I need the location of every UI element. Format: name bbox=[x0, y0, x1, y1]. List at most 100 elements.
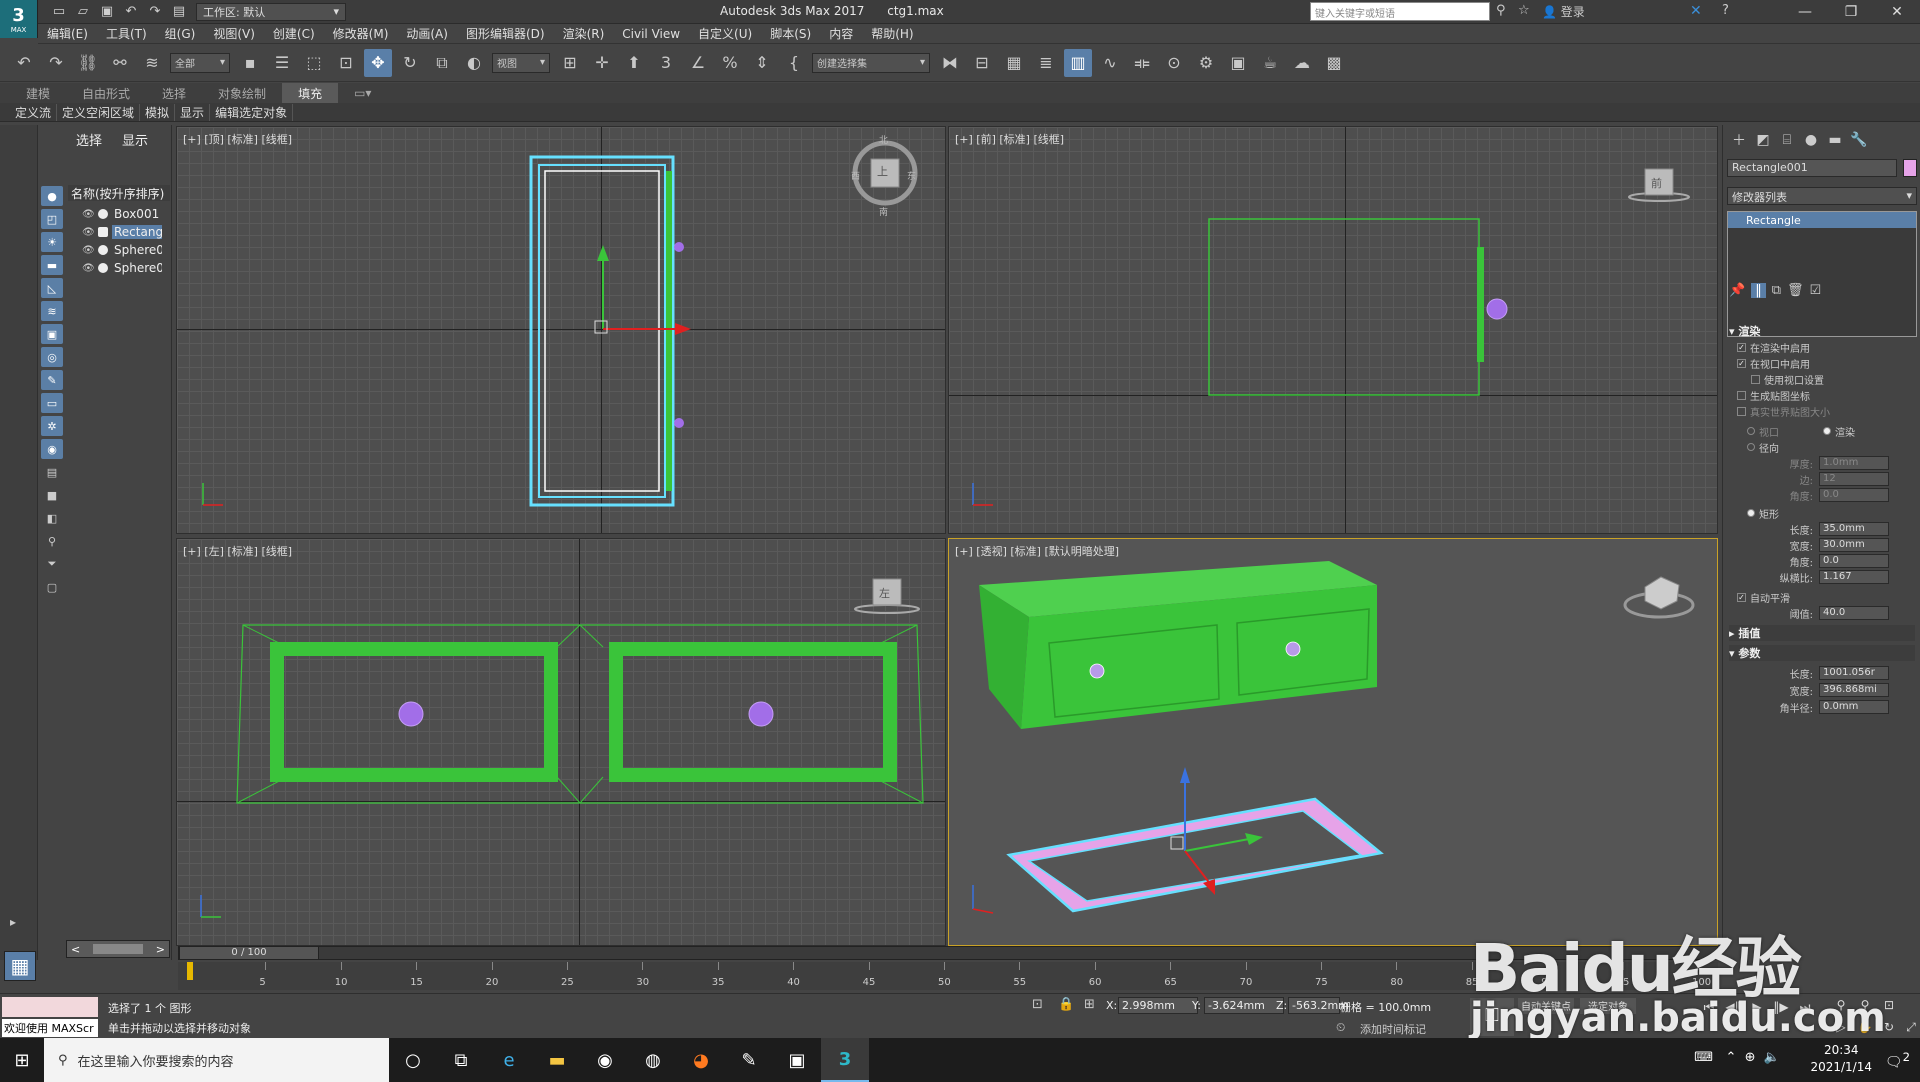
notepad-icon[interactable]: ✎ bbox=[725, 1038, 773, 1082]
taskbar-search-box[interactable]: ⚲ 在这里输入你要搜索的内容 bbox=[44, 1038, 389, 1082]
sides-spinner[interactable]: 12 bbox=[1819, 472, 1889, 486]
task-view-icon[interactable]: ⧉ bbox=[437, 1038, 485, 1082]
rendered-frame-window-icon[interactable]: ▣ bbox=[1224, 49, 1252, 77]
explorer-column-header[interactable]: 名称(按升序排序) bbox=[68, 185, 170, 201]
p-corner-spinner[interactable]: 0.0mm bbox=[1819, 700, 1889, 714]
selection-filter-dropdown[interactable]: 全部 ▾ bbox=[170, 52, 230, 73]
keyboard-shortcut-override-icon[interactable]: ⬆ bbox=[620, 49, 648, 77]
object-color-swatch[interactable] bbox=[1903, 159, 1917, 177]
menu-create[interactable]: 创建(C) bbox=[264, 25, 324, 42]
explorer-row-selected[interactable]: 👁 Rectangle001 bbox=[66, 223, 172, 241]
input-method-icon[interactable]: ⌨ bbox=[1694, 1050, 1713, 1065]
configure-sets-icon[interactable]: ☑ bbox=[1810, 283, 1822, 298]
viewport-layout-icon[interactable]: ▦ bbox=[4, 951, 36, 981]
cortana-icon[interactable]: ○ bbox=[389, 1038, 437, 1082]
help-icon[interactable]: ? bbox=[1722, 3, 1729, 18]
explorer-row[interactable]: 👁 Sphere001 bbox=[66, 241, 172, 259]
percent-snap-icon[interactable]: % bbox=[716, 49, 744, 77]
select-by-name-icon[interactable]: ☰ bbox=[268, 49, 296, 77]
tab-populate[interactable]: 填充 bbox=[282, 83, 339, 103]
select-and-place-icon[interactable]: ◐ bbox=[460, 49, 488, 77]
checkbox-unchecked[interactable] bbox=[1737, 406, 1746, 416]
length-spinner[interactable]: 35.0mm bbox=[1819, 522, 1889, 536]
panel-define-flows[interactable]: 定义流 bbox=[10, 103, 58, 121]
menu-civil-view[interactable]: Civil View bbox=[613, 27, 689, 41]
explorer-row[interactable]: 👁 Box001 bbox=[66, 205, 172, 223]
mirror-icon[interactable]: ⧓ bbox=[936, 49, 964, 77]
login-button[interactable]: 👤 登录 bbox=[1542, 3, 1585, 20]
named-selection-set-dropdown[interactable]: 创建选择集 ▾ bbox=[812, 52, 930, 73]
add-time-tag[interactable]: 添加时间标记 bbox=[1360, 1021, 1426, 1037]
reference-coordinate-dropdown[interactable]: 视图 ▾ bbox=[492, 52, 550, 73]
curve-editor-icon[interactable]: ∿ bbox=[1096, 49, 1124, 77]
select-and-move-icon[interactable]: ✥ bbox=[364, 48, 392, 77]
scroll-left-icon[interactable]: < bbox=[71, 943, 80, 956]
network-icon[interactable]: ⊕ bbox=[1745, 1050, 1756, 1065]
remove-modifier-icon[interactable]: 🗑 bbox=[1787, 283, 1804, 298]
auto-smooth-checkbox[interactable]: ✓ 自动平滑 bbox=[1737, 589, 1920, 605]
visibility-eye-icon[interactable]: 👁 bbox=[82, 263, 96, 274]
favorites-icon[interactable]: ☆ bbox=[1518, 3, 1530, 18]
checkbox-checked[interactable]: ✓ bbox=[1737, 342, 1746, 352]
select-and-scale-icon[interactable]: ⧉ bbox=[428, 49, 456, 77]
volume-icon[interactable]: 🔈 bbox=[1764, 1050, 1780, 1065]
help-search-input[interactable]: 键入关键字或短语 bbox=[1310, 2, 1490, 21]
menu-rendering[interactable]: 渲染(R) bbox=[554, 25, 614, 42]
add-time-tag-icon[interactable]: ⏲ bbox=[1336, 1020, 1345, 1035]
app-icon-1[interactable]: ◉ bbox=[581, 1038, 629, 1082]
tray-chevron-icon[interactable]: ⌃ bbox=[1725, 1050, 1736, 1065]
display-helpers-icon[interactable]: ◺ bbox=[41, 278, 63, 298]
render-in-cloud-icon[interactable]: ☁ bbox=[1288, 49, 1316, 77]
rollout-interpolation[interactable]: ▸ 插值 bbox=[1729, 625, 1915, 641]
layer-explorer-icon[interactable]: ≣ bbox=[1032, 49, 1060, 77]
enable-in-viewport-checkbox[interactable]: ✓ 在视口中启用 bbox=[1737, 355, 1920, 371]
undo-icon[interactable]: ↶ bbox=[10, 49, 38, 77]
scene-explorer-toggle-icon[interactable]: ▦ bbox=[1000, 49, 1028, 77]
absolute-mode-icon[interactable]: ⊞ bbox=[1084, 997, 1095, 1012]
p-width-spinner[interactable]: 396.868mi bbox=[1819, 683, 1889, 697]
checkbox-checked[interactable]: ✓ bbox=[1737, 592, 1746, 602]
maxscript-welcome[interactable]: 欢迎使用 MAXScr bbox=[2, 1019, 98, 1037]
modifier-stack[interactable]: Rectangle bbox=[1727, 211, 1917, 337]
isolate-selection-icon[interactable]: ⊡ bbox=[1032, 997, 1043, 1012]
binoculars-icon[interactable]: ⚲ bbox=[1496, 3, 1506, 18]
menu-scripting[interactable]: 脚本(S) bbox=[761, 25, 820, 42]
viewcube-east[interactable]: 东 bbox=[907, 169, 916, 182]
maxscript-listener-input[interactable] bbox=[2, 997, 98, 1017]
3dsmax-taskbar-icon[interactable]: 3 bbox=[821, 1038, 869, 1082]
angle-spinner[interactable]: 0.0 bbox=[1819, 488, 1889, 502]
viewport-label-left[interactable]: [+] [左] [标准] [线框] bbox=[183, 543, 292, 559]
z-coordinate-field[interactable]: -563.2mm bbox=[1288, 997, 1349, 1014]
tab-selection[interactable]: 选择 bbox=[146, 83, 202, 103]
radio-radial[interactable]: 径向 bbox=[1747, 439, 1920, 455]
viewcube-left-label[interactable]: 左 bbox=[879, 585, 890, 601]
checkbox-checked[interactable]: ✓ bbox=[1737, 358, 1746, 368]
restore-button[interactable]: ❐ bbox=[1828, 0, 1874, 24]
viewcube-south[interactable]: 南 bbox=[879, 205, 888, 218]
filter-icon[interactable]: ⏷ bbox=[41, 554, 63, 574]
display-invert-icon[interactable]: ◧ bbox=[41, 508, 63, 528]
viewport-label-front[interactable]: [+] [前] [标准] [线框] bbox=[955, 131, 1064, 147]
checkbox-unchecked[interactable] bbox=[1751, 374, 1760, 384]
angle2-spinner[interactable]: 0.0 bbox=[1819, 554, 1889, 568]
display-containers-icon[interactable]: ▭ bbox=[41, 393, 63, 413]
display-bones-icon[interactable]: ✎ bbox=[41, 370, 63, 390]
save-icon[interactable]: ▣ bbox=[98, 3, 116, 21]
viewcube-top-label[interactable]: 上 bbox=[877, 163, 888, 179]
width-spinner[interactable]: 30.0mm bbox=[1819, 538, 1889, 552]
explorer-tab-select[interactable]: 选择 bbox=[66, 130, 112, 149]
maximize-viewport-icon[interactable]: ⤢ bbox=[1900, 1018, 1920, 1036]
p-length-spinner[interactable]: 1001.056r bbox=[1819, 666, 1889, 680]
material-editor-icon[interactable]: ⊙ bbox=[1160, 49, 1188, 77]
explorer-row[interactable]: 👁 Sphere002 bbox=[66, 259, 172, 277]
display-lights-icon[interactable]: ☀ bbox=[41, 232, 63, 252]
viewport-perspective[interactable]: [+] [透视] [标准] [默认明暗处理] bbox=[948, 538, 1718, 946]
radio-on[interactable] bbox=[1823, 427, 1831, 435]
menu-graph-editors[interactable]: 图形编辑器(D) bbox=[457, 25, 554, 42]
display-hidden-icon[interactable]: ◉ bbox=[41, 439, 63, 459]
x-coordinate-field[interactable]: 2.998mm bbox=[1118, 997, 1198, 1014]
menu-edit[interactable]: 编辑(E) bbox=[38, 25, 97, 42]
display-all-icon[interactable]: ▤ bbox=[41, 462, 63, 482]
visibility-eye-icon[interactable]: 👁 bbox=[82, 227, 96, 238]
modifier-list-dropdown[interactable]: 修改器列表 ▾ bbox=[1727, 187, 1917, 205]
